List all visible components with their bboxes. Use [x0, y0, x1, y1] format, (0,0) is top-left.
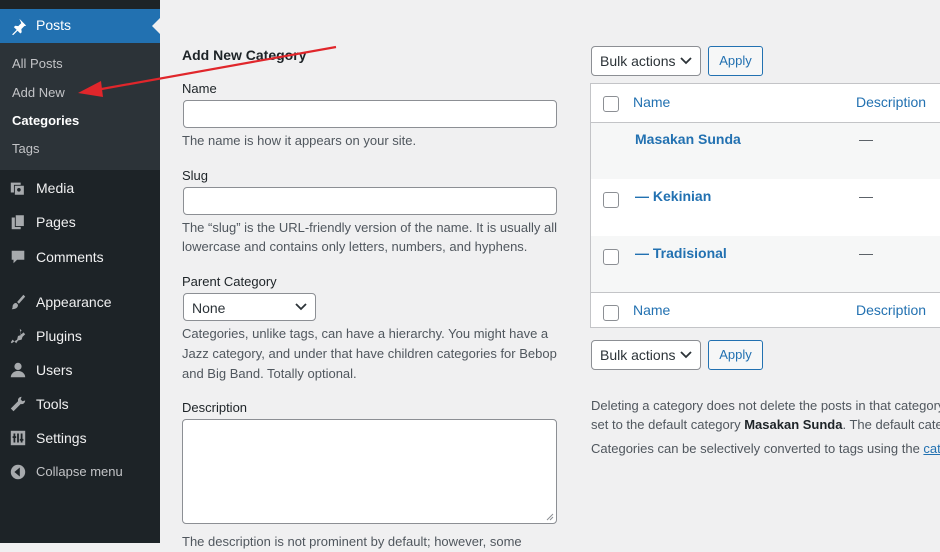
annotation-arrow-icon	[78, 45, 337, 97]
